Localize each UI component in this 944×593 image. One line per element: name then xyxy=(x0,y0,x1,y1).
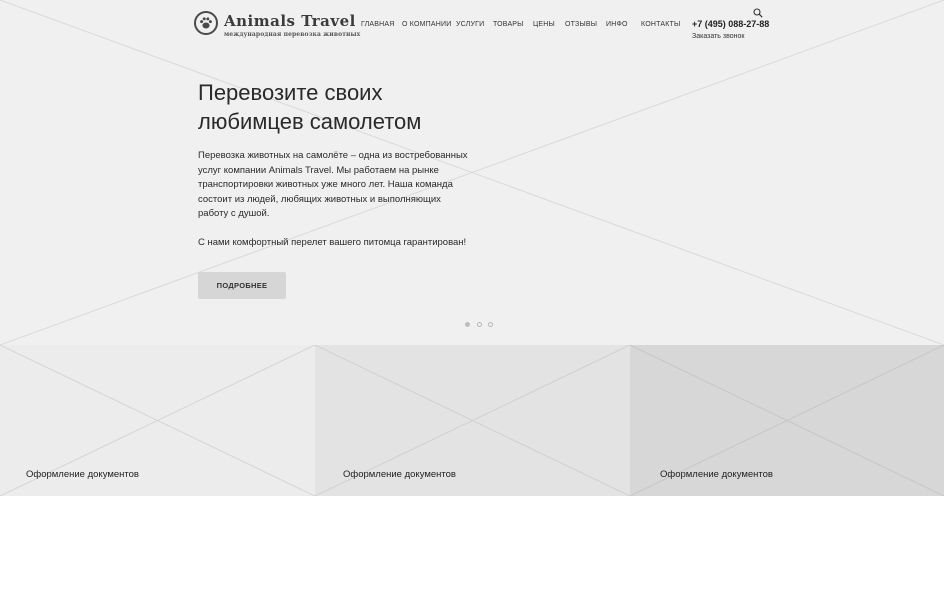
nav-item-about[interactable]: О КОМПАНИИ xyxy=(402,21,451,28)
service-tile[interactable]: Оформление документов xyxy=(315,345,630,496)
service-tile[interactable]: Оформление документов xyxy=(630,345,944,496)
nav-item-products[interactable]: ТОВАРЫ xyxy=(493,21,524,28)
tile-label: Оформление документов xyxy=(26,469,139,480)
nav-item-home[interactable]: ГЛАВНАЯ xyxy=(361,21,395,28)
nav-item-services[interactable]: УСЛУГИ xyxy=(456,21,484,28)
nav-item-prices[interactable]: ЦЕНЫ xyxy=(533,21,555,28)
slider-dot-1[interactable] xyxy=(465,322,470,327)
paw-icon xyxy=(194,11,218,35)
hero-title-line-1: Перевозите своих xyxy=(198,80,383,105)
nav-item-info[interactable]: ИНФО xyxy=(606,21,628,28)
hero-title: Перевозите своих любимцев самолетом xyxy=(198,78,518,136)
slider-dot-2[interactable] xyxy=(477,322,482,327)
hero-section: Animals Travel международная перевозка ж… xyxy=(0,0,944,345)
callback-link[interactable]: Заказать звонок xyxy=(692,33,744,40)
search-icon[interactable] xyxy=(753,5,763,18)
service-tile[interactable]: Оформление документов xyxy=(0,345,315,496)
more-button[interactable]: ПОДРОБНЕЕ xyxy=(198,272,286,299)
nav-item-reviews[interactable]: ОТЗЫВЫ xyxy=(565,21,597,28)
site-header: Animals Travel международная перевозка ж… xyxy=(0,0,944,60)
logo-subtitle: международная перевозка животных xyxy=(224,31,361,38)
slider-pagination xyxy=(465,322,495,328)
hero-guarantee: С нами комфортный перелет вашего питомца… xyxy=(198,237,467,248)
phone-number[interactable]: +7 (495) 088-27-88 xyxy=(692,19,769,29)
hero-description: Перевозка животных на самолёте – одна из… xyxy=(198,150,468,219)
tile-label: Оформление документов xyxy=(660,469,773,480)
logo[interactable]: Animals Travel международная перевозка ж… xyxy=(194,11,360,41)
hero-title-line-2: любимцев самолетом xyxy=(198,109,422,134)
nav-item-contacts[interactable]: КОНТАКТЫ xyxy=(641,21,680,28)
slider-dot-3[interactable] xyxy=(488,322,493,327)
logo-title: Animals Travel xyxy=(224,12,356,30)
tile-label: Оформление документов xyxy=(343,469,456,480)
service-tiles: Оформление документов Оформление докумен… xyxy=(0,345,944,496)
